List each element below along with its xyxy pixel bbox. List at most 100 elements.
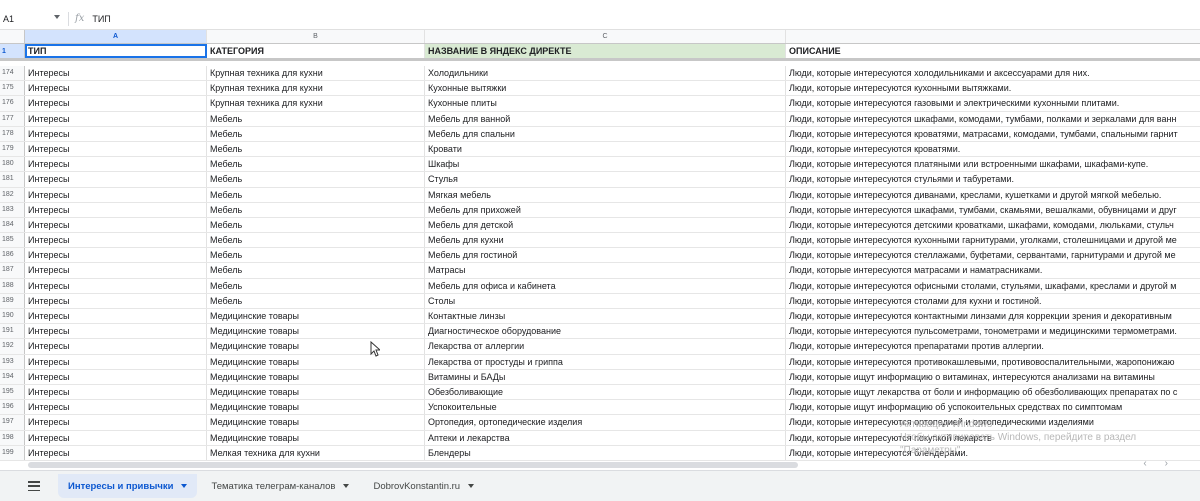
cell-category[interactable]: Медицинские товары	[207, 339, 425, 354]
cell-type[interactable]: Интересы	[25, 217, 207, 233]
cell-type[interactable]: Интересы	[25, 172, 207, 187]
row-header[interactable]: 183	[0, 202, 25, 217]
cell-type[interactable]: Интересы	[25, 324, 207, 339]
cell-a1[interactable]: ТИП	[25, 44, 207, 58]
cell-type[interactable]: Интересы	[25, 157, 207, 172]
cell-type[interactable]: Интересы	[25, 400, 207, 415]
cell-description[interactable]: Люди, которые ищут информацию о витамина…	[786, 370, 1200, 384]
cell-direct-name[interactable]: Лекарства от аллергии	[425, 339, 786, 354]
row-header[interactable]: 175	[0, 81, 25, 96]
row-header[interactable]: 179	[0, 141, 25, 157]
select-all-corner[interactable]	[0, 30, 25, 43]
cell-type[interactable]: Интересы	[25, 141, 207, 157]
chevron-down-icon[interactable]	[181, 484, 188, 488]
cell-description[interactable]: Люди, которые интересуются детскими кров…	[786, 218, 1200, 232]
cell-description[interactable]: Люди, которые интересуются матрасами и н…	[786, 263, 1200, 277]
cell-category[interactable]: Крупная техника для кухни	[207, 81, 425, 96]
column-header-b[interactable]: B	[207, 30, 425, 43]
row-header[interactable]: 191	[0, 324, 25, 339]
row-header[interactable]: 197	[0, 415, 25, 430]
cell-category[interactable]: Крупная техника для кухни	[207, 66, 425, 81]
cell-category[interactable]: Медицинские товары	[207, 324, 425, 339]
cell-type[interactable]: Интересы	[25, 126, 207, 141]
cell-type[interactable]: Интересы	[25, 248, 207, 263]
row-header[interactable]: 187	[0, 263, 25, 278]
cell-direct-name[interactable]: Аптеки и лекарства	[425, 430, 786, 445]
column-header-d[interactable]	[786, 30, 1200, 43]
cell-description[interactable]: Люди, которые интересуются стеллажами, б…	[786, 248, 1200, 262]
cell-category[interactable]: Мебель	[207, 217, 425, 233]
row-header[interactable]: 193	[0, 354, 25, 369]
row-header[interactable]: 178	[0, 126, 25, 141]
cell-description[interactable]: Люди, которые интересуются диванами, кре…	[786, 188, 1200, 202]
cell-c1[interactable]: НАЗВАНИЕ В ЯНДЕКС ДИРЕКТЕ	[425, 44, 786, 58]
cell-category[interactable]: Медицинские товары	[207, 400, 425, 415]
cell-direct-name[interactable]: Мебель для детской	[425, 217, 786, 233]
column-header-c[interactable]: C	[425, 30, 786, 43]
cell-category[interactable]: Медицинские товары	[207, 354, 425, 369]
cell-description[interactable]: Люди, которые интересуются кроватями.	[786, 142, 1200, 156]
row-header[interactable]: 194	[0, 369, 25, 384]
row-header[interactable]: 196	[0, 400, 25, 415]
row-header[interactable]: 192	[0, 339, 25, 354]
cell-direct-name[interactable]: Блендеры	[425, 445, 786, 460]
cell-direct-name[interactable]: Ортопедия, ортопедические изделия	[425, 415, 786, 430]
cell-direct-name[interactable]: Кровати	[425, 141, 786, 157]
cell-direct-name[interactable]: Мебель для офиса и кабинета	[425, 278, 786, 293]
cell-description[interactable]: Люди, которые интересуются препаратами п…	[786, 339, 1200, 353]
cell-direct-name[interactable]: Кухонные плиты	[425, 96, 786, 111]
cell-type[interactable]: Интересы	[25, 278, 207, 293]
cell-type[interactable]: Интересы	[25, 415, 207, 430]
cell-description[interactable]: Люди, которые интересуются газовыми и эл…	[786, 96, 1200, 110]
cell-description[interactable]: Люди, которые интересуются шкафами, комо…	[786, 112, 1200, 126]
cell-description[interactable]: Люди, которые интересуются стульями и та…	[786, 172, 1200, 186]
cell-type[interactable]: Интересы	[25, 66, 207, 81]
cell-category[interactable]: Мебель	[207, 111, 425, 126]
cell-description[interactable]: Люди, которые интересуются офисными стол…	[786, 279, 1200, 293]
cell-category[interactable]: Медицинские товары	[207, 430, 425, 445]
cell-category[interactable]: Крупная техника для кухни	[207, 96, 425, 111]
cell-type[interactable]: Интересы	[25, 369, 207, 384]
cell-category[interactable]: Медицинские товары	[207, 384, 425, 400]
cell-description[interactable]: Люди, которые интересуются кроватями, ма…	[786, 127, 1200, 141]
cell-direct-name[interactable]: Мебель для кухни	[425, 233, 786, 248]
name-box[interactable]: A1	[0, 10, 66, 28]
cell-category[interactable]: Мебель	[207, 172, 425, 187]
row-header[interactable]: 185	[0, 233, 25, 248]
horizontal-scrollbar[interactable]	[28, 462, 798, 468]
row-header[interactable]: 180	[0, 157, 25, 172]
cell-direct-name[interactable]: Контактные линзы	[425, 309, 786, 324]
cell-direct-name[interactable]: Лекарства от простуды и гриппа	[425, 354, 786, 369]
cell-direct-name[interactable]: Мебель для гостиной	[425, 248, 786, 263]
cell-description[interactable]: Люди, которые интересуются кухонными выт…	[786, 81, 1200, 95]
sheet-tab[interactable]: DobrovKonstantin.ru	[363, 474, 484, 498]
row-header[interactable]: 174	[0, 66, 25, 81]
cell-direct-name[interactable]: Мебель для ванной	[425, 111, 786, 126]
cell-category[interactable]: Медицинские товары	[207, 369, 425, 384]
spreadsheet-grid[interactable]: A B C 1 ТИП КАТЕГОРИЯ НАЗВАНИЕ В ЯНДЕКС …	[0, 30, 1200, 461]
cell-category[interactable]: Мебель	[207, 233, 425, 248]
cell-direct-name[interactable]: Мебель для прихожей	[425, 202, 786, 217]
cell-type[interactable]: Интересы	[25, 354, 207, 369]
cell-type[interactable]: Интересы	[25, 430, 207, 445]
cell-d1[interactable]: ОПИСАНИЕ	[786, 44, 1200, 58]
cell-description[interactable]: Люди, которые интересуются шкафами, тумб…	[786, 203, 1200, 217]
formula-input[interactable]: ТИП	[92, 14, 110, 24]
cell-category[interactable]: Медицинские товары	[207, 415, 425, 430]
row-header[interactable]: 177	[0, 111, 25, 126]
row-header[interactable]: 188	[0, 278, 25, 293]
sheet-tab-active[interactable]: Интересы и привычки	[58, 474, 198, 498]
cell-description[interactable]: Люди, которые ищут информацию об успокои…	[786, 400, 1200, 414]
row-header[interactable]: 190	[0, 309, 25, 324]
chevron-down-icon[interactable]	[343, 484, 350, 488]
cell-type[interactable]: Интересы	[25, 111, 207, 126]
row-header[interactable]: 195	[0, 384, 25, 400]
cell-category[interactable]: Мебель	[207, 202, 425, 217]
cell-type[interactable]: Интересы	[25, 233, 207, 248]
cell-description[interactable]: Люди, которые интересуются противокашлев…	[786, 355, 1200, 369]
cell-direct-name[interactable]: Столы	[425, 293, 786, 308]
cell-category[interactable]: Мебель	[207, 263, 425, 278]
cell-direct-name[interactable]: Мебель для спальни	[425, 126, 786, 141]
row-header[interactable]: 198	[0, 430, 25, 445]
row-header[interactable]: 176	[0, 96, 25, 111]
